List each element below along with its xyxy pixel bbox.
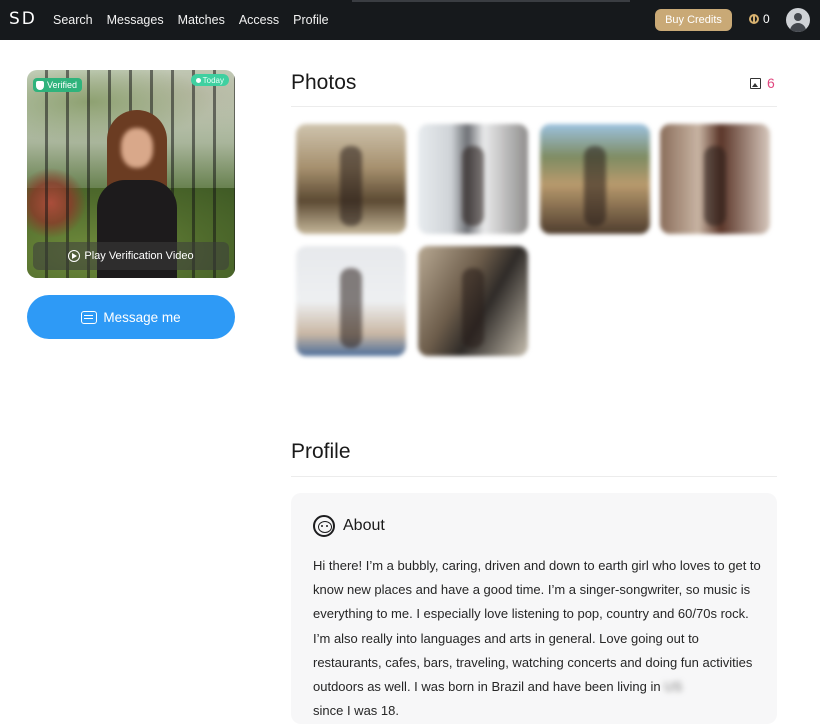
nav-link-messages[interactable]: Messages (107, 13, 164, 27)
verified-label: Verified (47, 80, 78, 90)
photo-thumbnail[interactable] (418, 124, 528, 234)
photo-thumbnail[interactable] (296, 246, 406, 356)
play-icon (68, 250, 81, 262)
photos-divider (291, 106, 777, 107)
thumb-figure (584, 146, 606, 226)
thumb-figure (462, 146, 484, 226)
buy-credits-button[interactable]: Buy Credits (655, 9, 732, 31)
about-hidden-location: US (664, 679, 683, 695)
user-icon-head (794, 13, 802, 21)
message-me-button[interactable]: Message me (27, 295, 235, 339)
thumb-figure (340, 268, 362, 348)
about-text: Hi there! I’m a bubbly, caring, driven a… (313, 554, 763, 723)
account-avatar[interactable] (786, 8, 810, 32)
photos-count-value: 6 (767, 75, 775, 91)
thumb-figure (340, 146, 362, 226)
message-button-label: Message me (103, 309, 181, 325)
image-icon (750, 77, 761, 89)
credits-balance[interactable]: 0 (749, 12, 770, 26)
about-header: About (313, 515, 385, 537)
profile-heading: Profile (291, 440, 351, 463)
photo-thumbnail[interactable] (418, 246, 528, 356)
profile-divider (291, 476, 777, 477)
photos-count: 6 (750, 75, 775, 91)
about-card: About Hi there! I’m a bubbly, caring, dr… (291, 493, 777, 724)
shield-icon (36, 80, 44, 90)
about-title: About (343, 517, 385, 534)
nav-link-matches[interactable]: Matches (178, 13, 225, 27)
photo-thumbnail[interactable] (296, 124, 406, 234)
nav-links: Search Messages Matches Access Profile (53, 0, 343, 40)
coin-icon (749, 14, 759, 24)
user-icon-body (790, 23, 806, 32)
play-video-label: Play Verification Video (84, 250, 194, 262)
online-today-badge: Today (190, 74, 229, 86)
logo[interactable]: SD (9, 9, 37, 29)
thumb-figure (462, 268, 484, 348)
nav-divider (352, 0, 630, 2)
photos-heading: Photos (291, 71, 357, 94)
nav-link-access[interactable]: Access (239, 13, 279, 27)
today-label: Today (202, 75, 224, 85)
online-dot-icon (195, 77, 201, 83)
credits-count: 0 (763, 12, 770, 26)
about-body: Hi there! I’m a bubbly, caring, driven a… (313, 558, 761, 695)
nav-link-search[interactable]: Search (53, 13, 93, 27)
play-verification-video-button[interactable]: Play Verification Video (33, 242, 229, 270)
top-nav: SD Search Messages Matches Access Profil… (0, 0, 820, 40)
about-tail: since I was 18. (313, 703, 399, 719)
nav-link-profile[interactable]: Profile (293, 13, 328, 27)
photo-thumbnail[interactable] (540, 124, 650, 234)
face-icon (313, 515, 335, 537)
thumb-figure (704, 146, 726, 226)
main-profile-photo[interactable]: Verified Today Play Verification Video (27, 70, 235, 278)
photo-thumbnail[interactable] (660, 124, 770, 234)
chat-icon (81, 310, 98, 324)
verified-badge: Verified (33, 78, 83, 92)
subject-face (121, 128, 153, 168)
